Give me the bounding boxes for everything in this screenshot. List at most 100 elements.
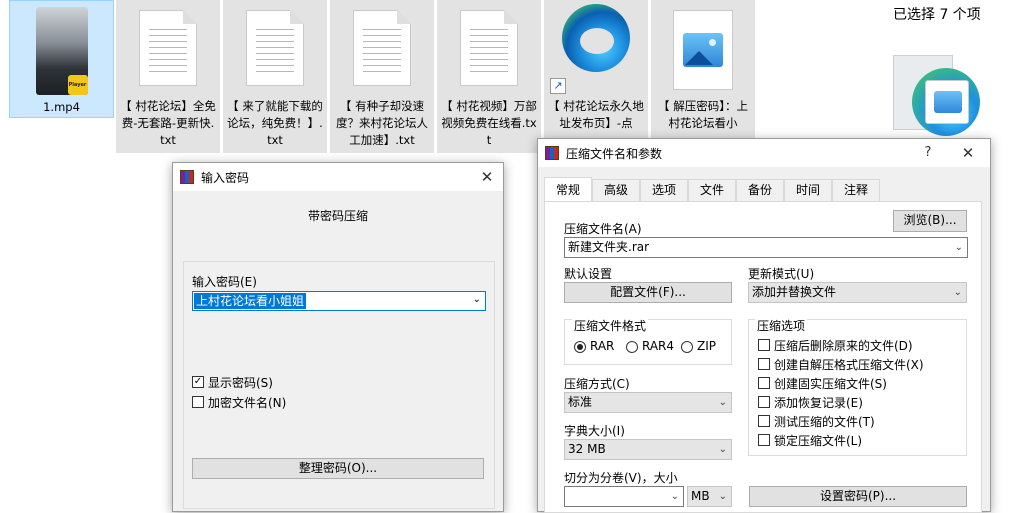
compression-method-label: 压缩方式(C) bbox=[564, 377, 630, 391]
archive-format-label: 压缩文件格式 bbox=[572, 317, 649, 334]
text-file-icon bbox=[460, 10, 518, 86]
dialog-title: 压缩文件名和参数 bbox=[566, 147, 663, 161]
file-name: 【 来了就能下载的论坛，纯免费！】.txt bbox=[227, 99, 323, 147]
organize-passwords-button[interactable]: 整理密码(O)... bbox=[192, 458, 484, 479]
file-name: 1.mp4 bbox=[43, 100, 80, 114]
close-icon[interactable]: ✕ bbox=[475, 167, 499, 187]
lock-archive-label: 锁定压缩文件(L) bbox=[774, 434, 863, 448]
file-tile-video[interactable]: Player 1.mp4 bbox=[9, 0, 114, 118]
preview-stack-image-icon bbox=[925, 80, 969, 124]
sfx-checkbox[interactable] bbox=[758, 358, 770, 370]
recovery-record-checkbox[interactable] bbox=[758, 396, 770, 408]
dialog-heading: 带密码压缩 bbox=[307, 209, 368, 223]
delete-after-label: 压缩后删除原来的文件(D) bbox=[774, 339, 913, 353]
format-rar4-label: RAR4 bbox=[642, 339, 675, 353]
archive-name-input[interactable]: 新建文件夹.rar ⌄ bbox=[564, 237, 968, 258]
tab-comment[interactable]: 注释 bbox=[832, 179, 880, 201]
test-files-label: 测试压缩的文件(T) bbox=[774, 415, 875, 429]
file-tile-shortcut[interactable]: ↗ 【 村花论坛永久地址发布页】-点 bbox=[544, 0, 648, 153]
tab-backup[interactable]: 备份 bbox=[736, 179, 784, 201]
compression-method-value: 标准 bbox=[568, 395, 593, 409]
solid-archive-checkbox[interactable] bbox=[758, 377, 770, 389]
tab-time[interactable]: 时间 bbox=[784, 179, 832, 201]
compression-method-select[interactable]: 标准 ⌄ bbox=[564, 392, 732, 413]
split-size-input[interactable]: ⌄ bbox=[564, 486, 684, 507]
format-rar-radio[interactable] bbox=[574, 341, 586, 353]
edge-browser-icon bbox=[562, 4, 630, 72]
file-name: 【 有种子却没速度？来村花论坛人工加速】.txt bbox=[336, 99, 428, 147]
chevron-down-icon: ⌄ bbox=[718, 444, 727, 455]
set-password-button[interactable]: 设置密码(P)... bbox=[749, 486, 967, 507]
archive-options-label: 压缩选项 bbox=[755, 317, 808, 334]
show-password-label: 显示密码(S) bbox=[208, 376, 273, 390]
update-mode-value: 添加并替换文件 bbox=[752, 285, 837, 299]
dialog-title: 输入密码 bbox=[201, 171, 250, 185]
archive-dialog: 压缩文件名和参数 ? ✕ 常规 高级 选项 文件 备份 时间 注释 压缩文件名(… bbox=[537, 138, 991, 513]
file-name: 【 村花视频】万部视频免费在线看.txt bbox=[441, 99, 537, 147]
winrar-icon bbox=[180, 170, 194, 184]
format-zip-radio[interactable] bbox=[681, 341, 693, 353]
tab-advanced[interactable]: 高级 bbox=[592, 179, 640, 201]
test-files-checkbox[interactable] bbox=[758, 415, 770, 427]
video-thumbnail: Player bbox=[35, 7, 88, 95]
split-unit-select[interactable]: MB ⌄ bbox=[687, 486, 732, 507]
file-tile-txt[interactable]: 【 村花论坛】全免费-无套路-更新快.txt bbox=[116, 0, 220, 153]
winrar-icon bbox=[545, 146, 559, 160]
close-icon[interactable]: ✕ bbox=[956, 143, 980, 163]
chevron-down-icon[interactable]: ⌄ bbox=[955, 238, 963, 257]
archive-name-label: 压缩文件名(A) bbox=[564, 222, 642, 236]
password-label: 输入密码(E) bbox=[192, 275, 257, 289]
chevron-down-icon: ⌄ bbox=[953, 287, 962, 298]
file-tile-txt[interactable]: 【 村花视频】万部视频免费在线看.txt bbox=[437, 0, 541, 153]
details-pane: 已选择 7 个项 bbox=[870, 0, 1010, 145]
split-volumes-label: 切分为分卷(V)，大小 bbox=[564, 471, 678, 485]
text-file-icon bbox=[139, 10, 197, 86]
lock-archive-checkbox[interactable] bbox=[758, 434, 770, 446]
shortcut-arrow-icon: ↗ bbox=[550, 78, 566, 94]
chevron-down-icon: ⌄ bbox=[718, 397, 727, 408]
help-icon[interactable]: ? bbox=[916, 143, 940, 163]
general-tab-panel: 压缩文件名(A) 浏览(B)... 新建文件夹.rar ⌄ 默认设置 配置文件(… bbox=[544, 201, 982, 513]
selection-count: 已选择 7 个项 bbox=[893, 7, 981, 23]
title-bar[interactable]: 压缩文件名和参数 ? ✕ bbox=[538, 139, 990, 167]
password-dialog: 输入密码 ✕ 带密码压缩 输入密码(E) 上村花论坛看小姐姐 ⌄ ✓ 显示密码(… bbox=[172, 162, 504, 512]
recovery-record-label: 添加恢复记录(E) bbox=[774, 396, 863, 410]
tab-files[interactable]: 文件 bbox=[688, 179, 736, 201]
text-file-icon bbox=[353, 10, 411, 86]
text-file-icon bbox=[246, 10, 304, 86]
file-tile-txt[interactable]: 【 有种子却没速度？来村花论坛人工加速】.txt bbox=[330, 0, 434, 153]
player-badge-icon: Player bbox=[67, 75, 88, 95]
show-password-checkbox[interactable]: ✓ bbox=[192, 376, 204, 388]
file-tile-image[interactable]: 【 解压密码】：上村花论坛看小 bbox=[651, 0, 755, 153]
sfx-label: 创建自解压格式压缩文件(X) bbox=[774, 358, 924, 372]
dictionary-size-value: 32 MB bbox=[568, 442, 606, 456]
dictionary-size-label: 字典大小(I) bbox=[564, 424, 625, 438]
profiles-button[interactable]: 配置文件(F)... bbox=[564, 282, 732, 303]
file-name: 【 村花论坛永久地址发布页】-点 bbox=[548, 99, 644, 130]
chevron-down-icon[interactable]: ⌄ bbox=[473, 294, 481, 305]
encrypt-names-label: 加密文件名(N) bbox=[208, 396, 287, 410]
chevron-down-icon[interactable]: ⌄ bbox=[671, 487, 679, 506]
file-tile-txt[interactable]: 【 来了就能下载的论坛，纯免费！】.txt bbox=[223, 0, 327, 153]
format-rar4-radio[interactable] bbox=[626, 341, 638, 353]
update-mode-select[interactable]: 添加并替换文件 ⌄ bbox=[748, 282, 967, 303]
solid-archive-label: 创建固实压缩文件(S) bbox=[774, 377, 887, 391]
archive-name-value: 新建文件夹.rar bbox=[568, 240, 650, 254]
dictionary-size-select[interactable]: 32 MB ⌄ bbox=[564, 439, 732, 460]
tab-options[interactable]: 选项 bbox=[640, 179, 688, 201]
file-name: 【 解压密码】：上村花论坛看小 bbox=[658, 99, 748, 130]
format-rar-label: RAR bbox=[590, 339, 615, 353]
image-file-icon bbox=[673, 10, 733, 90]
file-name: 【 村花论坛】全免费-无套路-更新快.txt bbox=[120, 99, 216, 147]
browse-button[interactable]: 浏览(B)... bbox=[893, 210, 967, 232]
password-input[interactable]: 上村花论坛看小姐姐 ⌄ bbox=[192, 291, 486, 311]
default-settings-label: 默认设置 bbox=[564, 267, 613, 281]
encrypt-names-checkbox[interactable] bbox=[192, 396, 204, 408]
chevron-down-icon: ⌄ bbox=[718, 491, 727, 502]
delete-after-checkbox[interactable] bbox=[758, 339, 770, 351]
tab-general[interactable]: 常规 bbox=[544, 177, 592, 202]
update-mode-label: 更新模式(U) bbox=[748, 267, 815, 281]
format-zip-label: ZIP bbox=[697, 339, 716, 353]
title-bar[interactable]: 输入密码 ✕ bbox=[173, 163, 503, 191]
split-unit-value: MB bbox=[691, 489, 710, 503]
